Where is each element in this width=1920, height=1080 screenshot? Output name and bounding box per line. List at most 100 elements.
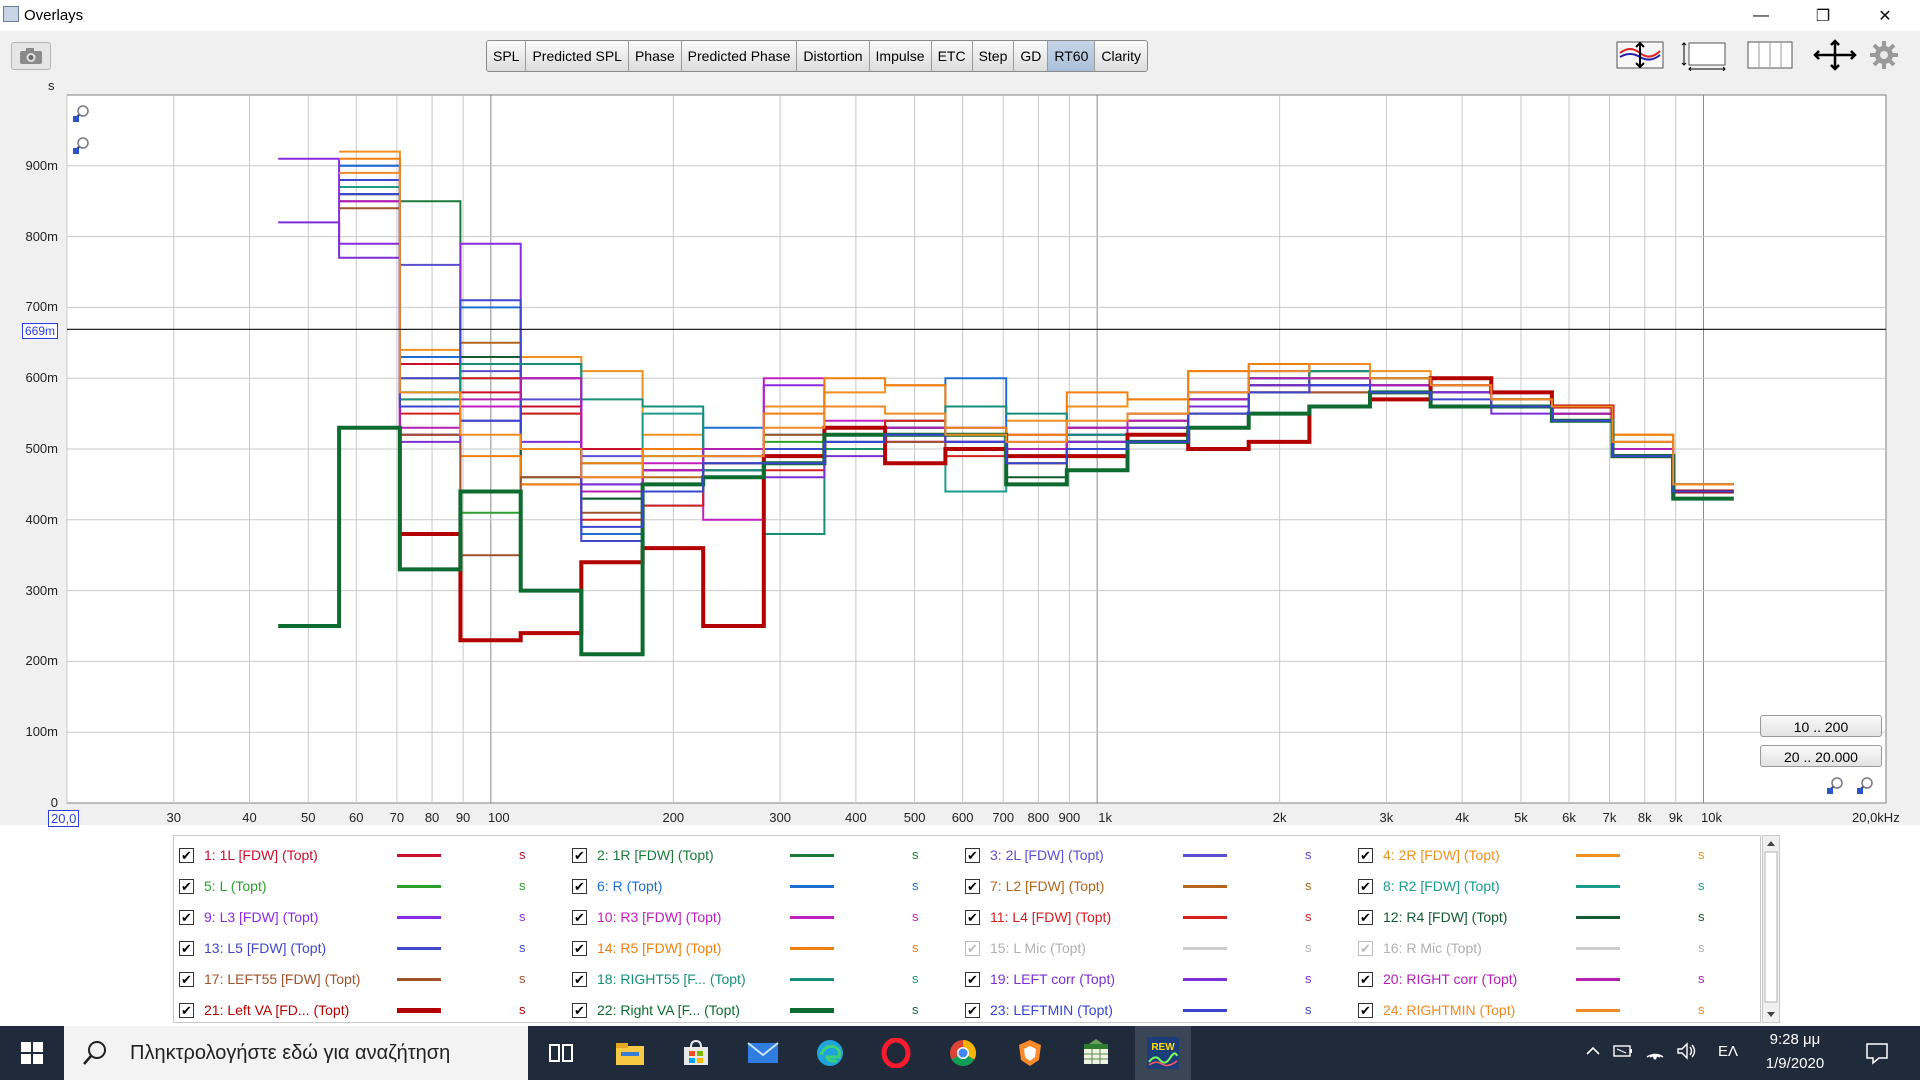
- legend-item-13[interactable]: ✔ 13: L5 [FDW] (Topt) s: [179, 937, 564, 959]
- legend-label: 1: 1L [FDW] (Topt): [204, 847, 318, 863]
- legend-item-5[interactable]: ✔ 5: L (Topt) s: [179, 875, 564, 897]
- x-tick-label: 300: [769, 810, 791, 825]
- legend-checkbox[interactable]: ✔: [179, 909, 194, 925]
- volume-icon[interactable]: [1676, 1040, 1698, 1062]
- y-tick-label: 800m: [25, 228, 58, 244]
- legend-checkbox[interactable]: ✔: [572, 909, 587, 925]
- search-placeholder: Πληκτρολογήστε εδώ για αναζήτηση: [130, 1042, 451, 1064]
- x-tick-label: 600: [951, 810, 974, 825]
- range-button-10-200[interactable]: 10 .. 200: [1760, 715, 1882, 737]
- legend-item-22[interactable]: ✔ 22: Right VA [F... (Topt) s: [572, 999, 957, 1021]
- legend-item-21[interactable]: ✔ 21: Left VA [FD... (Topt) s: [179, 999, 564, 1021]
- legend-item-8[interactable]: ✔ 8: R2 [FDW] (Topt) s: [1358, 875, 1743, 897]
- legend-item-4[interactable]: ✔ 4: 2R [FDW] (Topt) s: [1358, 844, 1743, 866]
- legend-line-swatch: [790, 1008, 834, 1013]
- legend-checkbox[interactable]: ✔: [572, 940, 587, 956]
- legend-label: 6: R (Topt): [597, 878, 663, 894]
- brave-button[interactable]: [1002, 1026, 1058, 1080]
- task-view-button[interactable]: [534, 1026, 590, 1080]
- zoom-in-y-icon[interactable]: [72, 104, 90, 122]
- y-tick-label: 400m: [25, 511, 58, 527]
- legend-scrollbar[interactable]: [1762, 835, 1780, 1023]
- clock-date[interactable]: 1/9/2020: [1760, 1055, 1830, 1072]
- legend-checkbox[interactable]: ✔: [965, 971, 980, 987]
- legend-item-11[interactable]: ✔ 11: L4 [FDW] (Topt) s: [965, 906, 1350, 928]
- legend-item-7[interactable]: ✔ 7: L2 [FDW] (Topt) s: [965, 875, 1350, 897]
- legend-label: 14: R5 [FDW] (Topt): [597, 940, 722, 956]
- legend-item-16[interactable]: ✔ 16: R Mic (Topt) s: [1358, 937, 1743, 959]
- legend-checkbox[interactable]: ✔: [179, 847, 194, 863]
- store-button[interactable]: [668, 1026, 724, 1080]
- legend-line-swatch: [1183, 1009, 1227, 1012]
- legend-checkbox[interactable]: ✔: [1358, 1002, 1373, 1018]
- legend-checkbox[interactable]: ✔: [1358, 847, 1373, 863]
- legend-checkbox[interactable]: ✔: [965, 878, 980, 894]
- input-language-indicator[interactable]: ΕΛ: [1718, 1043, 1738, 1060]
- clock-time[interactable]: 9:28 μμ: [1760, 1031, 1830, 1048]
- legend-checkbox[interactable]: ✔: [1358, 878, 1373, 894]
- file-explorer-button[interactable]: [602, 1026, 658, 1080]
- legend-unit: s: [912, 971, 919, 986]
- legend-line-swatch: [1576, 916, 1620, 919]
- legend-checkbox[interactable]: ✔: [179, 1002, 194, 1018]
- legend-item-1[interactable]: ✔ 1: 1L [FDW] (Topt) s: [179, 844, 564, 866]
- legend-unit: s: [1698, 971, 1705, 986]
- legend-line-swatch: [1576, 978, 1620, 981]
- legend-label: 17: LEFT55 [FDW] (Topt): [204, 971, 361, 987]
- legend-checkbox[interactable]: ✔: [572, 1002, 587, 1018]
- rew-button[interactable]: REW: [1135, 1026, 1191, 1080]
- notification-center-icon[interactable]: [1864, 1040, 1890, 1066]
- zoom-out-x-icon[interactable]: [1856, 776, 1874, 794]
- legend-checkbox[interactable]: ✔: [572, 971, 587, 987]
- x-tick-label: 2k: [1272, 810, 1287, 825]
- legend-checkbox[interactable]: ✔: [179, 878, 194, 894]
- legend-item-18[interactable]: ✔ 18: RIGHT55 [F... (Topt) s: [572, 968, 957, 990]
- start-button[interactable]: [0, 1026, 64, 1080]
- x-tick-label: 400: [844, 810, 867, 825]
- spreadsheet-button[interactable]: [1068, 1026, 1124, 1080]
- legend-checkbox[interactable]: ✔: [179, 940, 194, 956]
- legend-item-17[interactable]: ✔ 17: LEFT55 [FDW] (Topt) s: [179, 968, 564, 990]
- legend-checkbox[interactable]: ✔: [965, 940, 980, 956]
- legend-checkbox[interactable]: ✔: [1358, 909, 1373, 925]
- legend-checkbox[interactable]: ✔: [179, 971, 194, 987]
- legend-checkbox[interactable]: ✔: [1358, 971, 1373, 987]
- zoom-out-y-icon[interactable]: [72, 136, 90, 154]
- legend-checkbox[interactable]: ✔: [572, 847, 587, 863]
- legend-line-swatch: [790, 854, 834, 857]
- legend-item-10[interactable]: ✔ 10: R3 [FDW] (Topt) s: [572, 906, 957, 928]
- legend-item-15[interactable]: ✔ 15: L Mic (Topt) s: [965, 937, 1350, 959]
- legend-item-9[interactable]: ✔ 9: L3 [FDW] (Topt) s: [179, 906, 564, 928]
- range-button-20-20000[interactable]: 20 .. 20.000: [1760, 745, 1882, 767]
- legend-item-19[interactable]: ✔ 19: LEFT corr (Topt) s: [965, 968, 1350, 990]
- legend-checkbox[interactable]: ✔: [965, 1002, 980, 1018]
- chrome-button[interactable]: [935, 1026, 991, 1080]
- opera-button[interactable]: [868, 1026, 924, 1080]
- legend-item-14[interactable]: ✔ 14: R5 [FDW] (Topt) s: [572, 937, 957, 959]
- legend-item-6[interactable]: ✔ 6: R (Topt) s: [572, 875, 957, 897]
- legend-label: 18: RIGHT55 [F... (Topt): [597, 971, 746, 987]
- legend-unit: s: [1305, 1002, 1312, 1017]
- x-axis-start-field[interactable]: 20,0: [48, 810, 80, 827]
- legend-checkbox[interactable]: ✔: [965, 847, 980, 863]
- edge-button[interactable]: [802, 1026, 858, 1080]
- battery-icon[interactable]: [1612, 1040, 1634, 1062]
- zoom-in-x-icon[interactable]: [1826, 776, 1844, 794]
- legend-item-24[interactable]: ✔ 24: RIGHTMIN (Topt) s: [1358, 999, 1743, 1021]
- legend-checkbox[interactable]: ✔: [965, 909, 980, 925]
- legend-label: 11: L4 [FDW] (Topt): [990, 909, 1112, 925]
- legend-item-20[interactable]: ✔ 20: RIGHT corr (Topt) s: [1358, 968, 1743, 990]
- legend-line-swatch: [790, 947, 834, 950]
- legend-item-12[interactable]: ✔ 12: R4 [FDW] (Topt) s: [1358, 906, 1743, 928]
- mail-button[interactable]: [735, 1026, 791, 1080]
- file-explorer-icon: [616, 1043, 644, 1065]
- legend-line-swatch: [1576, 947, 1620, 950]
- legend-item-23[interactable]: ✔ 23: LEFTMIN (Topt) s: [965, 999, 1350, 1021]
- legend-checkbox[interactable]: ✔: [572, 878, 587, 894]
- legend-label: 9: L3 [FDW] (Topt): [204, 909, 319, 925]
- wifi-icon[interactable]: [1644, 1040, 1666, 1062]
- show-hidden-icons-chevron-icon[interactable]: [1582, 1040, 1604, 1062]
- legend-checkbox[interactable]: ✔: [1358, 940, 1373, 956]
- legend-item-2[interactable]: ✔ 2: 1R [FDW] (Topt) s: [572, 844, 957, 866]
- legend-item-3[interactable]: ✔ 3: 2L [FDW] (Topt) s: [965, 844, 1350, 866]
